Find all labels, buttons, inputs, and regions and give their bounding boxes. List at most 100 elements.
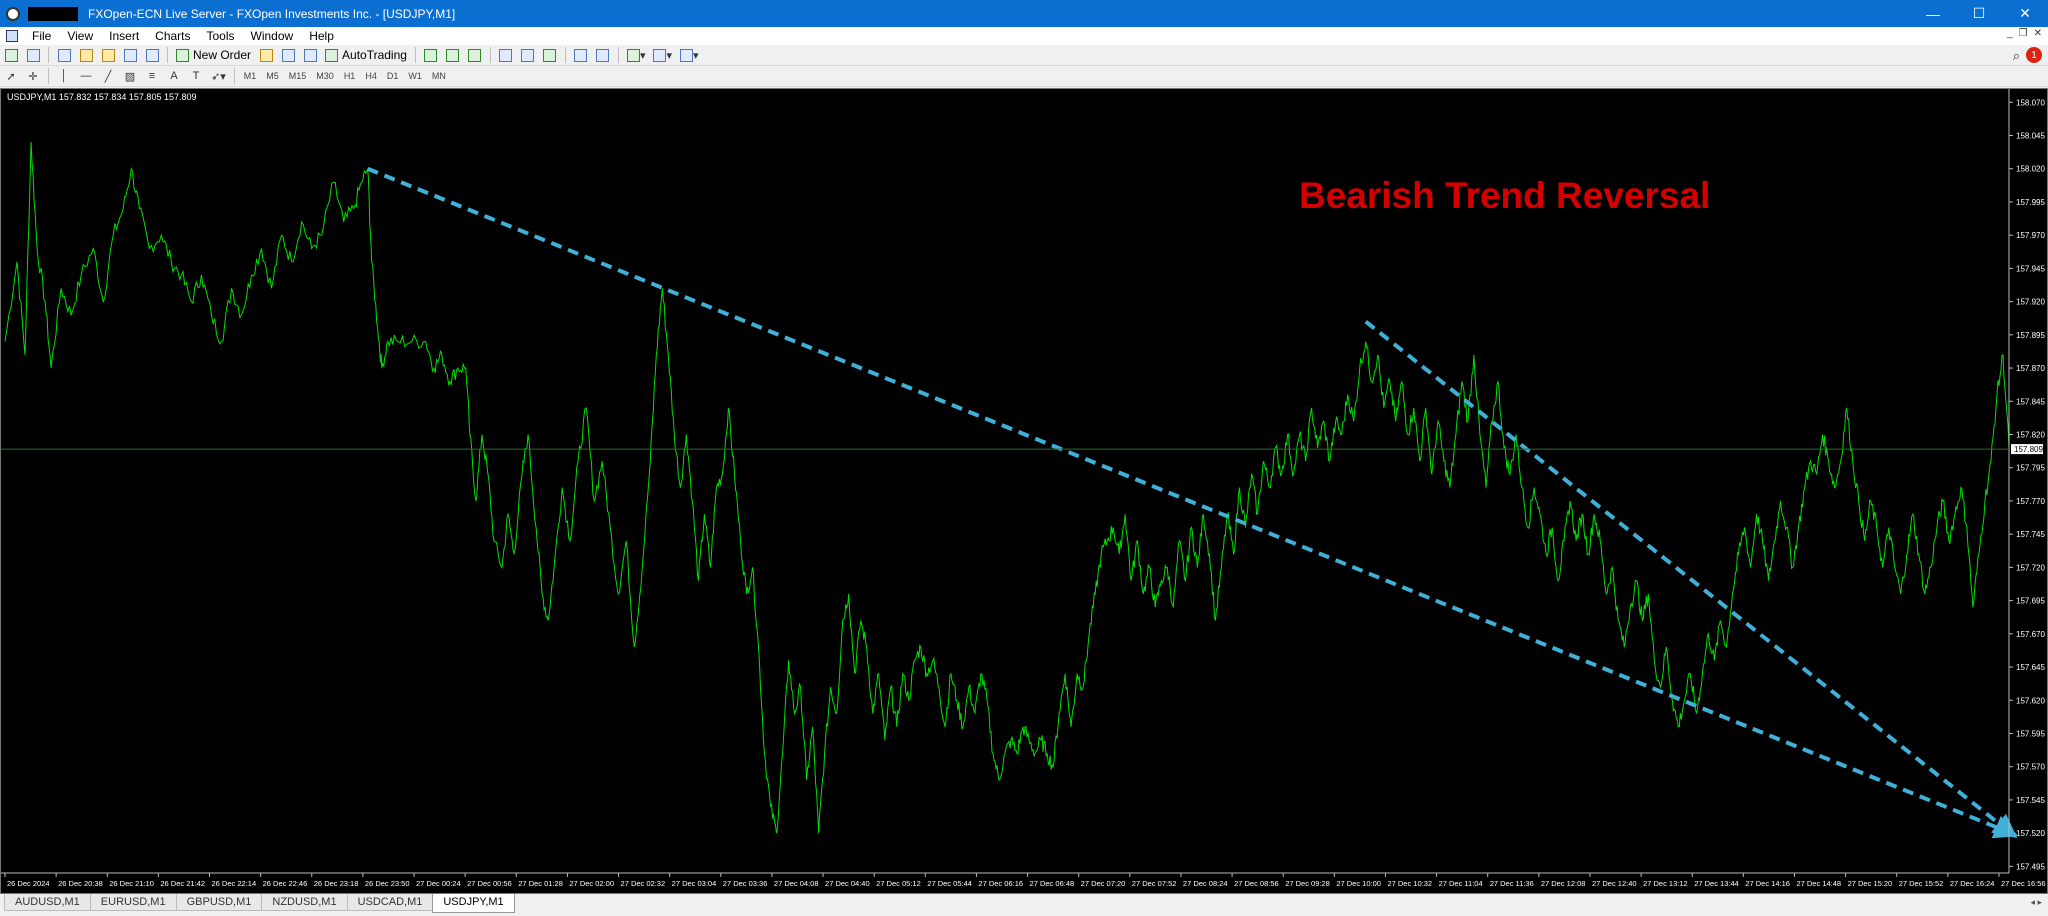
- profiles-icon[interactable]: [24, 46, 42, 64]
- x-tick-label: 26 Dec 21:42: [160, 879, 205, 888]
- tab-nzdusd[interactable]: NZDUSD,M1: [261, 894, 348, 911]
- x-tick-label: 27 Dec 02:00: [569, 879, 614, 888]
- autotrading-button[interactable]: AutoTrading: [321, 48, 411, 62]
- timeframe-m5[interactable]: M5: [261, 71, 284, 81]
- timeframe-m1[interactable]: M1: [239, 71, 262, 81]
- menu-file[interactable]: File: [24, 29, 59, 43]
- cursor-icon[interactable]: ➚: [2, 67, 20, 85]
- line-studies-toolbar: ➚ ✛ │ — ╱ ▨ ≡ A T ➶▾ M1 M5 M15 M30 H1 H4…: [0, 66, 2048, 87]
- templates-icon[interactable]: ▾: [678, 46, 701, 64]
- zoom-out-icon[interactable]: [519, 46, 537, 64]
- search-icon[interactable]: ⌕: [2013, 48, 2020, 64]
- autotrading-icon: [325, 48, 339, 62]
- standard-toolbar: New Order AutoTrading ▾ ▾ ▾ ⌕ 1: [0, 45, 2048, 66]
- child-close-icon[interactable]: ✕: [2034, 28, 2042, 39]
- toolbar-separator: [489, 47, 491, 63]
- trendline-2: [1364, 319, 2018, 839]
- tab-usdjpy[interactable]: USDJPY,M1: [432, 894, 515, 913]
- x-tick-label: 27 Dec 00:56: [467, 879, 512, 888]
- x-tick-label: 27 Dec 04:40: [825, 879, 870, 888]
- y-tick-label: 158.070: [2016, 98, 2045, 107]
- timeframe-m15[interactable]: M15: [284, 71, 312, 81]
- y-tick-label: 157.695: [2016, 597, 2045, 606]
- y-tick-label: 157.595: [2016, 729, 2045, 738]
- timeframe-h4[interactable]: H4: [360, 71, 382, 81]
- x-tick-label: 27 Dec 00:24: [416, 879, 461, 888]
- y-tick-label: 157.720: [2016, 563, 2045, 572]
- child-restore-icon[interactable]: ❐: [2019, 28, 2028, 39]
- y-tick-label: 157.645: [2016, 663, 2045, 672]
- window-controls: — ☐ ✕: [1910, 0, 2048, 27]
- maximize-button[interactable]: ☐: [1956, 0, 2002, 27]
- bar-chart-icon[interactable]: [422, 46, 440, 64]
- fibonacci-icon[interactable]: ≡: [143, 67, 161, 85]
- tab-eurusd[interactable]: EURUSD,M1: [89, 894, 177, 911]
- x-tick-label: 27 Dec 12:08: [1541, 879, 1586, 888]
- navigator-icon[interactable]: [99, 46, 117, 64]
- x-tick-label: 27 Dec 14:48: [1796, 879, 1841, 888]
- document-icon[interactable]: [6, 30, 18, 42]
- timeframe-d1[interactable]: D1: [382, 71, 404, 81]
- timeframe-mn[interactable]: MN: [427, 71, 451, 81]
- menu-window[interactable]: Window: [243, 29, 302, 43]
- y-tick-label: 157.995: [2016, 198, 2045, 207]
- x-tick-label: 26 Dec 22:46: [263, 879, 308, 888]
- zoom-in-icon[interactable]: [497, 46, 515, 64]
- market-watch-icon[interactable]: [55, 46, 73, 64]
- menu-insert[interactable]: Insert: [101, 29, 147, 43]
- tab-gbpusd[interactable]: GBPUSD,M1: [175, 894, 263, 911]
- indicators-icon[interactable]: ▾: [625, 46, 648, 64]
- close-button[interactable]: ✕: [2002, 0, 2048, 27]
- text-label-icon[interactable]: T: [187, 67, 205, 85]
- horizontal-line-icon[interactable]: —: [77, 67, 95, 85]
- x-tick-label: 27 Dec 11:36: [1490, 879, 1534, 888]
- x-tick-label: 27 Dec 16:56: [2001, 879, 2046, 888]
- menu-tools[interactable]: Tools: [199, 29, 243, 43]
- text-icon[interactable]: A: [165, 67, 183, 85]
- candlestick-icon[interactable]: [444, 46, 462, 64]
- toolbar-separator: [617, 47, 619, 63]
- crosshair-icon[interactable]: ✛: [24, 67, 42, 85]
- timeframe-m30[interactable]: M30: [311, 71, 339, 81]
- data-window-icon[interactable]: [77, 46, 95, 64]
- x-tick-label: 27 Dec 08:56: [1234, 879, 1279, 888]
- child-window-controls: _ ❐ ✕: [2007, 28, 2042, 39]
- chart-window[interactable]: 158.070 158.045 158.020 157.995 157.970 157.9…: [0, 88, 2048, 894]
- timeframe-h1[interactable]: H1: [339, 71, 361, 81]
- terminal-icon[interactable]: [121, 46, 139, 64]
- arrows-icon[interactable]: ➶▾: [209, 67, 228, 85]
- y-tick-label: 157.745: [2016, 530, 2045, 539]
- menu-bar: File View Insert Charts Tools Window Hel…: [0, 27, 2048, 45]
- tile-windows-icon[interactable]: [541, 46, 559, 64]
- vertical-line-icon[interactable]: │: [55, 67, 73, 85]
- periods-icon[interactable]: ▾: [651, 46, 674, 64]
- price-chart[interactable]: 158.070 158.045 158.020 157.995 157.970 157.9…: [1, 89, 2047, 893]
- child-minimize-icon[interactable]: _: [2007, 28, 2013, 39]
- line-chart-icon[interactable]: [466, 46, 484, 64]
- x-tick-label: 26 Dec 22:14: [212, 879, 257, 888]
- equidistant-channel-icon[interactable]: ▨: [121, 67, 139, 85]
- timeframe-w1[interactable]: W1: [403, 71, 427, 81]
- menu-view[interactable]: View: [59, 29, 101, 43]
- trendline-icon[interactable]: ╱: [99, 67, 117, 85]
- x-tick-label: 27 Dec 03:04: [672, 879, 717, 888]
- minimize-button[interactable]: —: [1910, 0, 1956, 27]
- menu-charts[interactable]: Charts: [147, 29, 198, 43]
- new-chart-icon[interactable]: [2, 46, 20, 64]
- tab-scroll-arrows[interactable]: ◂ ▸: [2030, 897, 2042, 908]
- signals-icon[interactable]: [279, 46, 297, 64]
- notification-badge[interactable]: 1: [2026, 47, 2042, 63]
- strategy-tester-icon[interactable]: [143, 46, 161, 64]
- chart-annotation-text[interactable]: Bearish Trend Reversal: [1299, 175, 1710, 217]
- meta-editor-icon[interactable]: [257, 46, 275, 64]
- menu-help[interactable]: Help: [301, 29, 342, 43]
- new-order-button[interactable]: New Order: [172, 48, 255, 62]
- market-icon[interactable]: [301, 46, 319, 64]
- x-tick-label: 27 Dec 13:12: [1643, 879, 1688, 888]
- toolbar-separator: [233, 68, 235, 84]
- tab-audusd[interactable]: AUDUSD,M1: [4, 894, 91, 911]
- autoscroll-icon[interactable]: [594, 46, 612, 64]
- chart-shift-icon[interactable]: [572, 46, 590, 64]
- tab-usdcad[interactable]: USDCAD,M1: [346, 894, 434, 911]
- x-tick-label: 27 Dec 09:28: [1285, 879, 1330, 888]
